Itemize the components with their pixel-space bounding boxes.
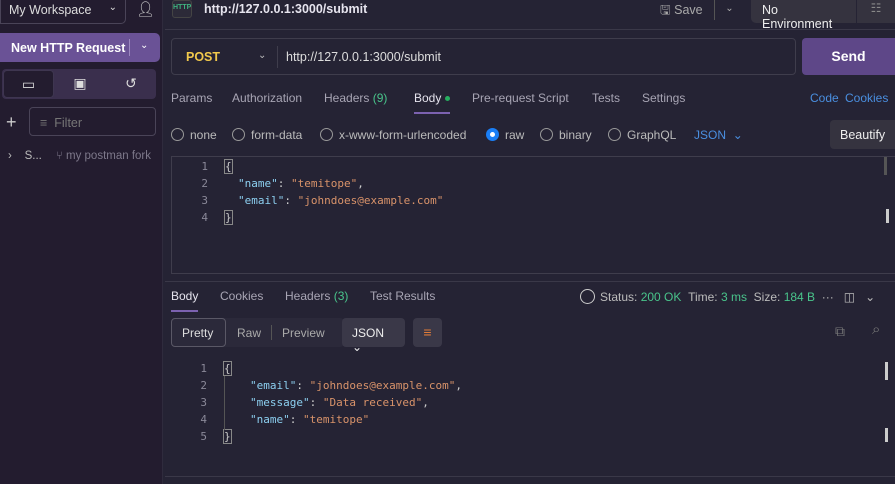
response-tab-headers[interactable]: Headers (3) xyxy=(285,289,348,303)
sidebar-tabs: ▭ ▣ ↺ xyxy=(2,69,156,99)
format-select[interactable]: JSON ⌄ xyxy=(694,128,743,142)
radio-graphql[interactable]: GraphQL xyxy=(608,128,676,142)
http-icon: HTTP xyxy=(172,0,192,18)
environments-icon[interactable]: ▣ xyxy=(55,75,105,92)
collections-icon[interactable]: ▭ xyxy=(3,70,54,98)
radio-raw[interactable]: raw xyxy=(486,128,524,142)
radio-binary[interactable]: binary xyxy=(540,128,592,142)
response-tab-body[interactable]: Body xyxy=(171,289,199,312)
new-request-button[interactable]: New HTTP Request ⌄ xyxy=(0,33,160,62)
fork-label: my postman fork xyxy=(66,150,151,162)
response-body-viewer[interactable]: 1 2 3 4 5 { "email": "johndoes@example.c… xyxy=(171,361,895,462)
scrollbar[interactable] xyxy=(885,362,888,380)
response-message-value: Data received xyxy=(329,396,416,409)
workspace-selector[interactable]: My Workspace ⌄ xyxy=(0,0,126,24)
filter-icon: ≡ xyxy=(40,116,48,130)
chevron-down-icon[interactable]: ⌄ xyxy=(258,50,266,61)
collection-name: S... xyxy=(24,150,42,162)
request-tabs: Params Authorization Headers (9) Body Pr… xyxy=(171,91,891,114)
response-status: Status: 200 OK Time: 3 ms Size: 184 B ··… xyxy=(580,289,875,304)
workspace-name: My Workspace xyxy=(9,3,92,17)
environment-quick-look-icon[interactable]: ☷ xyxy=(857,0,895,23)
response-size: 184 B xyxy=(783,290,816,304)
wrap-lines-icon[interactable]: ≡ xyxy=(413,318,442,347)
response-tab-cookies[interactable]: Cookies xyxy=(220,289,263,303)
save-dropdown-chevron-icon[interactable]: ⌄ xyxy=(714,0,744,20)
view-preview[interactable]: Preview xyxy=(282,326,325,340)
method-select[interactable]: POST xyxy=(186,50,220,64)
save-label: Save xyxy=(674,3,703,17)
response-name-value: temitope xyxy=(309,413,363,426)
response-view-toggle: Pretty Raw Preview xyxy=(171,318,344,347)
copy-icon[interactable]: ⧉ xyxy=(835,323,845,340)
status-badge: 200 OK xyxy=(640,290,682,304)
radio-none[interactable]: none xyxy=(171,128,217,142)
save-icon: 🖫︎ xyxy=(660,3,671,17)
request-body-editor[interactable]: 1 2 3 4 { "name": "temitope", "email": "… xyxy=(171,156,895,274)
radio-urlencoded[interactable]: x-www-form-urlencoded xyxy=(320,128,466,142)
response-format-select[interactable]: JSON ⌄ xyxy=(342,318,405,354)
beautify-button[interactable]: Beautify xyxy=(830,120,895,149)
chevron-down-icon[interactable]: ⌄ xyxy=(865,290,875,304)
save-button[interactable]: 🖫︎ Save xyxy=(660,1,703,22)
fork-icon: ⑂ xyxy=(55,150,63,162)
url-bar: POST ⌄ http://127.0.0.1:3000/submit xyxy=(171,38,796,75)
more-icon[interactable]: ··· xyxy=(822,290,834,304)
response-email-value: johndoes@example.com xyxy=(316,379,449,392)
url-input[interactable]: http://127.0.0.1:3000/submit xyxy=(286,50,441,64)
body-name-value: temitope xyxy=(297,177,351,190)
filter-input[interactable]: ≡ Filter xyxy=(29,107,156,136)
history-icon[interactable]: ↺ xyxy=(106,75,156,92)
chevron-down-icon: ⌄ xyxy=(352,340,363,354)
invite-user-icon[interactable]: 👤︎ xyxy=(136,0,155,18)
search-icon[interactable]: ⌕ xyxy=(872,321,880,338)
response-time: 3 ms xyxy=(720,290,747,304)
tab-settings[interactable]: Settings xyxy=(642,91,685,105)
tab-tests[interactable]: Tests xyxy=(592,91,620,105)
tab-headers[interactable]: Headers (9) xyxy=(324,91,387,105)
add-icon[interactable]: + xyxy=(6,112,17,133)
radio-form-data[interactable]: form-data xyxy=(232,128,302,142)
sidebar: My Workspace ⌄ 👤︎ New HTTP Request ⌄ ▭ ▣ ↺… xyxy=(0,0,163,484)
request-tab-title[interactable]: http://127.0.0.1:3000/submit xyxy=(204,2,367,16)
new-request-label: New HTTP Request xyxy=(11,41,126,55)
body-email-value: johndoes@example.com xyxy=(304,194,437,207)
collection-item[interactable]: › S... ⑂ my postman fork xyxy=(8,150,151,162)
chevron-down-icon: ⌄ xyxy=(108,2,117,13)
cookies-link[interactable]: Cookies xyxy=(845,91,888,105)
globe-icon[interactable] xyxy=(580,289,595,304)
tab-pre-request-script[interactable]: Pre-request Script xyxy=(472,91,569,105)
chevron-down-icon: ⌄ xyxy=(732,128,743,142)
view-pretty[interactable]: Pretty xyxy=(171,318,226,347)
code-link[interactable]: Code xyxy=(810,91,839,105)
view-raw[interactable]: Raw xyxy=(237,326,261,340)
environment-selector[interactable]: No Environment xyxy=(751,0,856,31)
tab-body[interactable]: Body xyxy=(414,91,451,114)
send-button[interactable]: Send xyxy=(802,38,895,75)
tab-authorization[interactable]: Authorization xyxy=(232,91,302,105)
layout-icon[interactable]: ◫ xyxy=(844,290,855,304)
chevron-down-icon[interactable]: ⌄ xyxy=(140,40,148,51)
tab-params[interactable]: Params xyxy=(171,91,212,105)
response-tab-test-results[interactable]: Test Results xyxy=(370,289,435,303)
chevron-right-icon: › xyxy=(8,150,12,162)
filter-placeholder: Filter xyxy=(54,116,83,130)
